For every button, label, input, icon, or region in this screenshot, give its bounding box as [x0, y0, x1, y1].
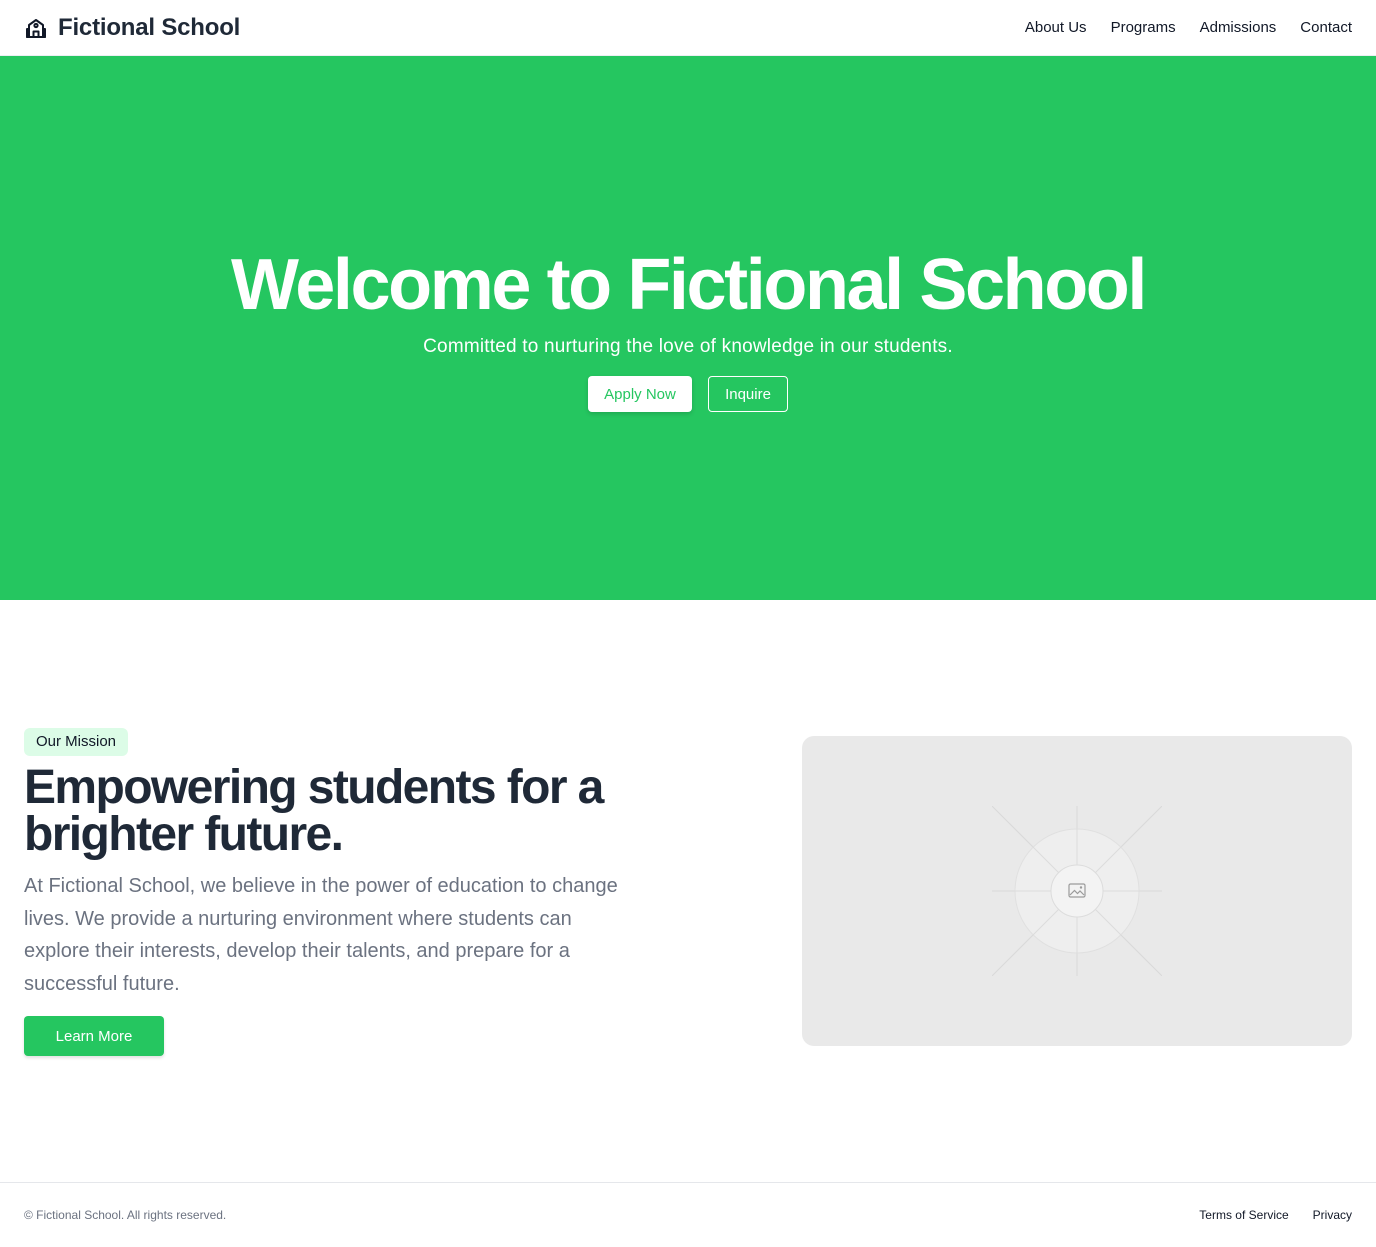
mission-image-placeholder — [802, 736, 1352, 1046]
nav-admissions[interactable]: Admissions — [1200, 19, 1277, 36]
site-footer: © Fictional School. All rights reserved.… — [0, 1182, 1376, 1247]
nav-programs[interactable]: Programs — [1111, 19, 1176, 36]
inquire-button[interactable]: Inquire — [708, 376, 788, 412]
hero-section: Welcome to Fictional School Committed to… — [0, 56, 1376, 600]
learn-more-button[interactable]: Learn More — [24, 1016, 164, 1056]
mission-title: Empowering students for a brighter futur… — [24, 761, 604, 861]
school-building-icon — [24, 16, 48, 40]
brand-name: Fictional School — [58, 13, 241, 41]
hero-actions: Apply Now Inquire — [588, 376, 788, 412]
footer-links: Terms of Service Privacy — [1199, 1208, 1352, 1222]
mission-text: At Fictional School, we believe in the p… — [24, 875, 618, 995]
terms-of-service-link[interactable]: Terms of Service — [1199, 1208, 1288, 1222]
nav-contact[interactable]: Contact — [1300, 19, 1352, 36]
mission-badge: Our Mission — [24, 728, 129, 756]
site-header: Fictional School About Us Programs Admis… — [0, 0, 1376, 56]
privacy-link[interactable]: Privacy — [1313, 1208, 1352, 1222]
image-placeholder-icon — [992, 806, 1162, 976]
main-nav: About Us Programs Admissions Contact — [1025, 19, 1352, 36]
hero-subtitle: Committed to nurturing the love of knowl… — [423, 336, 953, 357]
mission-section: Our Mission Empowering students for a br… — [24, 728, 644, 1056]
copyright-text: © Fictional School. All rights reserved. — [24, 1208, 227, 1222]
brand-link[interactable]: Fictional School — [24, 14, 240, 42]
hero-title: Welcome to Fictional School — [231, 245, 1147, 325]
apply-now-button[interactable]: Apply Now — [588, 376, 692, 412]
nav-about-us[interactable]: About Us — [1025, 19, 1087, 36]
